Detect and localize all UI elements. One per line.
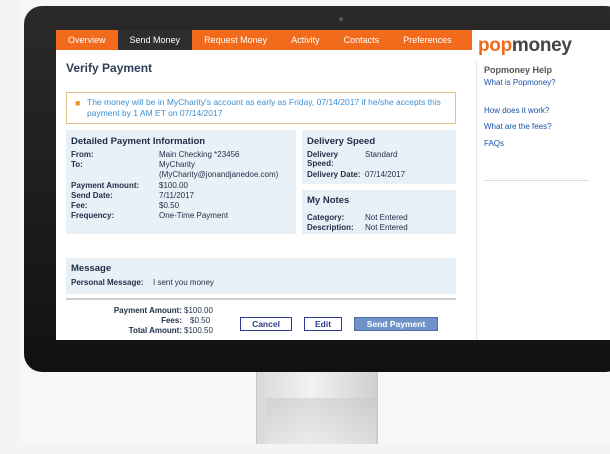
help-link-how-works[interactable]: How does it work? (484, 106, 549, 115)
help-title: Popmoney Help (484, 65, 553, 75)
delivery-speed-value: Standard (365, 150, 398, 159)
help-divider (484, 180, 589, 181)
delivery-title: Delivery Speed (307, 136, 376, 147)
total-fees-value: $0.50 (190, 316, 211, 325)
tab-request-money[interactable]: Request Money (192, 30, 279, 50)
delivery-speed-box: Delivery Speed Delivery Speed: Standard … (302, 130, 456, 184)
app-screen: Overview Send Money Request Money Activi… (56, 30, 610, 340)
send-date-value: 7/11/2017 (159, 191, 194, 200)
monitor-stand-base (266, 398, 376, 444)
edit-button[interactable]: Edit (304, 317, 342, 331)
category-value: Not Entered (365, 213, 408, 222)
description-value: Not Entered (365, 223, 408, 232)
notice-text: The money will be in MyCharity's account… (87, 97, 441, 118)
payment-details-box: Detailed Payment Information From: Main … (66, 130, 296, 234)
top-nav: Overview Send Money Request Money Activi… (56, 30, 472, 50)
tab-contacts[interactable]: Contacts (332, 30, 392, 50)
delivery-notice: ■ The money will be in MyCharity's accou… (66, 92, 456, 124)
send-payment-button[interactable]: Send Payment (354, 317, 438, 331)
cancel-button[interactable]: Cancel (240, 317, 292, 331)
fee-value: $0.50 (159, 201, 180, 210)
bullet-icon: ■ (75, 98, 81, 108)
section-divider (66, 298, 456, 300)
amount-label: Payment Amount: (71, 181, 140, 190)
delivery-date-value: 07/14/2017 (365, 170, 406, 179)
total-payment-label: Payment Amount: (113, 306, 182, 315)
details-title: Detailed Payment Information (71, 136, 206, 147)
to-value-email: (MyCharity@jonandjanedoe.com) (159, 170, 279, 179)
delivery-speed-label-1: Delivery (307, 150, 339, 159)
total-amount-value: $100.50 (184, 326, 213, 335)
page-title: Verify Payment (66, 61, 153, 75)
to-label: To: (71, 160, 83, 169)
message-title: Message (71, 263, 112, 274)
category-label: Category: (307, 213, 345, 222)
tab-overview[interactable]: Overview (56, 30, 118, 50)
delivery-date-label: Delivery Date: (307, 170, 361, 179)
tab-activity[interactable]: Activity (279, 30, 332, 50)
message-box: Message Personal Message: I sent you mon… (66, 258, 456, 294)
total-fees-label: Fees: (161, 316, 182, 325)
logo-part-money: money (511, 35, 572, 56)
help-link-what-is[interactable]: What is Popmoney? (484, 78, 556, 87)
help-link-faqs[interactable]: FAQs (484, 139, 504, 148)
frequency-label: Frequency: (71, 211, 115, 220)
tab-preferences[interactable]: Preferences (391, 30, 464, 50)
tab-send-money[interactable]: Send Money (117, 30, 193, 50)
personal-message-value: I sent you money (153, 278, 214, 287)
notes-box: My Notes Category: Not Entered Descripti… (302, 190, 456, 234)
camera-dot (339, 17, 343, 21)
total-amount-label: Total Amount: (128, 326, 182, 335)
help-sidebar: Popmoney Help What is Popmoney? How does… (476, 61, 610, 340)
to-value-name: MyCharity (159, 160, 196, 169)
notes-title: My Notes (307, 195, 350, 206)
amount-value: $100.00 (159, 181, 188, 190)
frequency-value: One-Time Payment (159, 211, 229, 220)
total-payment-value: $100.00 (184, 306, 213, 315)
description-label: Description: (307, 223, 354, 232)
main-content: Verify Payment ■ The money will be in My… (56, 50, 470, 340)
from-label: From: (71, 150, 94, 159)
help-link-fees[interactable]: What are the fees? (484, 122, 552, 131)
from-value: Main Checking *23456 (159, 150, 240, 159)
fee-label: Fee: (71, 201, 88, 210)
logo-part-pop: pop (478, 35, 512, 56)
delivery-speed-label-2: Speed: (307, 159, 334, 168)
personal-message-label: Personal Message: (71, 278, 144, 287)
send-date-label: Send Date: (71, 191, 113, 200)
popmoney-logo: popmoney (478, 35, 572, 57)
